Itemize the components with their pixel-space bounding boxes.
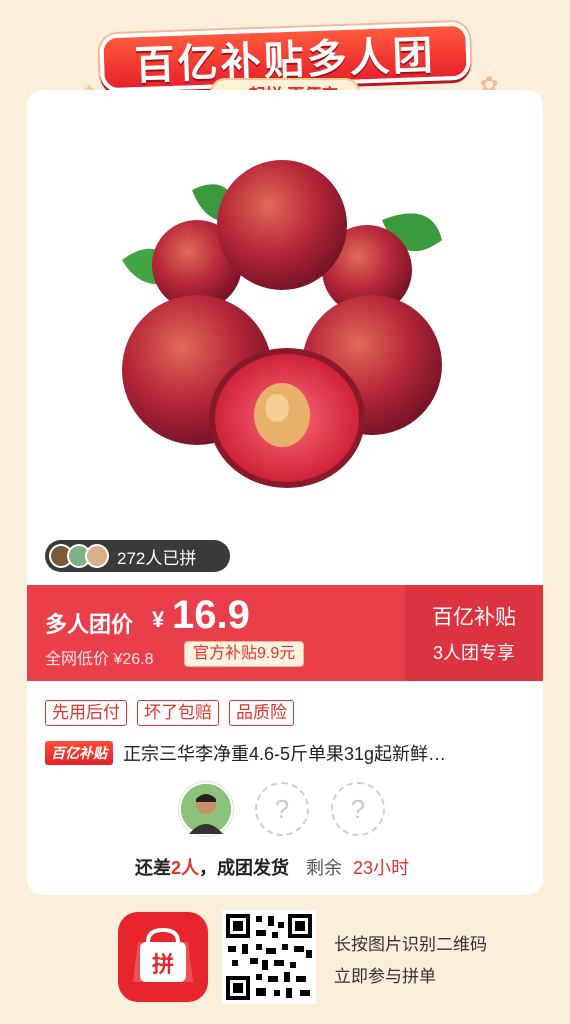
currency-symbol: ¥ (152, 607, 165, 632)
svg-text:拼: 拼 (152, 952, 174, 978)
promo-title: 百亿补贴 (432, 606, 516, 629)
product-title[interactable]: 正宗三华李净重4.6-5斤单果31g起新鲜… (123, 740, 446, 766)
question-mark-icon: ? (274, 793, 290, 824)
joined-avatars (49, 544, 109, 568)
remaining-time: 23小时 (353, 858, 410, 878)
campaign-banner: 百亿补贴多人团 一起拼 更便宜 (99, 18, 471, 108)
status-suffix: ，成团发货 (199, 858, 290, 878)
status-prefix: 还差 (135, 858, 171, 878)
logo-icon: 拼 (133, 927, 193, 982)
service-tags: 先用后付 坏了包赔 品质险 (45, 700, 294, 726)
pinduoduo-logo: 拼 (118, 912, 208, 1002)
join-instruction: 立即参与拼单 (334, 967, 436, 986)
market-price: 全网低价 ¥26.8 (45, 651, 154, 668)
group-status: 还差2人，成团发货 剩余 23小时 (135, 854, 409, 880)
scan-instruction: 长按图片识别二维码 (334, 935, 487, 954)
product-title-row[interactable]: 百亿补贴 正宗三华李净重4.6-5斤单果31g起新鲜… (45, 740, 535, 766)
subsidy-tag: 官方补贴9.9元 (184, 641, 305, 667)
empty-slot[interactable]: ? (331, 782, 385, 836)
tag-quality-insurance: 品质险 (229, 700, 294, 726)
joined-count: 272人已拼 (117, 548, 197, 568)
qr-code[interactable] (222, 910, 316, 1004)
status-count: 2人 (171, 858, 200, 878)
group-price-label: 多人团价 (45, 612, 134, 637)
avatar (85, 544, 109, 568)
tag-damage-refund: 坏了包赔 (137, 700, 219, 726)
joined-count-pill: 272人已拼 (45, 540, 230, 572)
qr-code-icon (226, 914, 312, 1000)
promo-panel: 百亿补贴 3人团专享 (405, 585, 543, 681)
product-card[interactable]: 272人已拼 多人团价 ¥ 16.9 全网低价 ¥26.8 官方补贴9.9元 百… (27, 90, 543, 895)
group-participants: ? ? (179, 782, 385, 836)
user-avatar-image (181, 784, 231, 834)
price-bar: 多人团价 ¥ 16.9 全网低价 ¥26.8 官方补贴9.9元 百亿补贴 3人团… (27, 585, 543, 681)
subsidy-badge: 百亿补贴 (45, 741, 113, 765)
avatar (179, 782, 233, 836)
empty-slot[interactable]: ? (255, 782, 309, 836)
question-mark-icon: ? (350, 793, 366, 824)
tag-pay-later: 先用后付 (45, 700, 127, 726)
promo-subtitle: 3人团专享 (432, 643, 515, 663)
plums-image[interactable] (112, 160, 462, 500)
remaining-label: 剩余 (306, 858, 343, 878)
group-price: 16.9 (172, 593, 250, 637)
